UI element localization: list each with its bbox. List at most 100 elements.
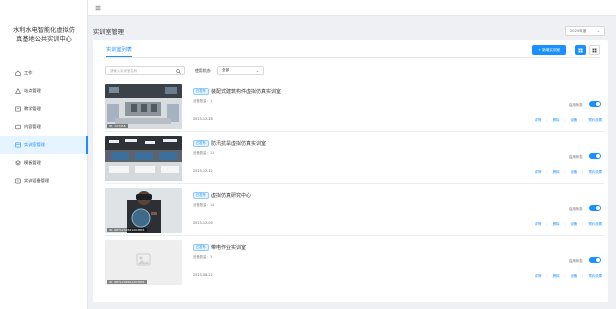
lab-title[interactable]: 防汛抗旱虚拟仿真实训室 bbox=[211, 140, 266, 147]
created-date: 2023-12-12 bbox=[193, 169, 213, 173]
detail-link[interactable]: 详情 bbox=[535, 169, 542, 174]
delete-link[interactable]: 删除 bbox=[553, 169, 560, 174]
device-count: 设备数量：14 bbox=[193, 203, 215, 207]
created-date: 2023-12-28 bbox=[193, 117, 213, 121]
sidebar-item-teaching[interactable]: 教学管理 bbox=[0, 100, 88, 118]
divider: | bbox=[546, 221, 548, 226]
device-count: 设备数量：1 bbox=[193, 99, 213, 103]
main-panel: 实训室列表 + 新增实训室 请输入实训室名称 使用状态: 全部 ⌄ ID: 12… bbox=[93, 40, 608, 302]
device-count: 设备数量：3 bbox=[193, 255, 213, 259]
status-filter-select[interactable]: 全部 ⌄ bbox=[217, 66, 264, 75]
delete-link[interactable]: 删除 bbox=[553, 273, 560, 278]
home-icon bbox=[14, 70, 21, 77]
lab-title[interactable]: 装配式建筑构件虚拟仿真实训室 bbox=[211, 88, 281, 95]
site-icon bbox=[14, 88, 21, 95]
booking-settings-link[interactable]: 预约设置 bbox=[588, 117, 602, 122]
lab-card: ID: 9871234561203801 已发布 带电作业实训室 设备数量：3 … bbox=[105, 238, 604, 288]
grid-view-icon bbox=[578, 48, 583, 52]
booking-settings-link[interactable]: 预约设置 bbox=[588, 273, 602, 278]
lab-thumbnail[interactable] bbox=[105, 136, 182, 181]
divider: | bbox=[546, 117, 548, 122]
top-bar bbox=[88, 0, 616, 16]
chevron-down-icon: ⌄ bbox=[596, 29, 600, 33]
detail-link[interactable]: 详情 bbox=[535, 221, 542, 226]
device-icon bbox=[14, 178, 21, 185]
chevron-down-icon: ⌄ bbox=[255, 68, 259, 73]
divider: | bbox=[582, 169, 584, 174]
status-badge: 已发布 bbox=[193, 192, 209, 199]
status-badge: 已发布 bbox=[193, 140, 209, 147]
sidebar-item-label: 工作 bbox=[24, 70, 33, 75]
search-icon[interactable] bbox=[176, 68, 181, 74]
delete-link[interactable]: 删除 bbox=[553, 117, 560, 122]
divider: | bbox=[582, 221, 584, 226]
thumbnail-id: ID: 9871234561203801 bbox=[107, 228, 147, 232]
year-select-value: 2025年度 bbox=[570, 28, 587, 33]
teaching-icon bbox=[14, 106, 21, 113]
lab-thumbnail[interactable]: ID: 9871234561203801 bbox=[105, 188, 182, 233]
device-link[interactable]: 设备 bbox=[571, 273, 578, 278]
menu-toggle-icon[interactable] bbox=[95, 5, 101, 11]
divider: | bbox=[582, 117, 584, 122]
year-select[interactable]: 2025年度 ⌄ bbox=[565, 26, 605, 36]
detail-link[interactable]: 详情 bbox=[535, 273, 542, 278]
grid-view-button[interactable] bbox=[575, 45, 586, 55]
brand-line-1: 水利水电智能化虚拟仿 bbox=[13, 27, 75, 34]
enable-switch-label: 启用状态 bbox=[569, 155, 583, 159]
sidebar-item-lab[interactable]: 实训室管理 bbox=[0, 136, 88, 154]
device-count: 设备数量：11 bbox=[193, 151, 215, 155]
sidebar-item-sites[interactable]: 站点管理 bbox=[0, 82, 88, 100]
sidebar-item-content[interactable]: 内容管理 bbox=[0, 118, 88, 136]
thumbnail-id: ID: 9871234561203801 bbox=[107, 280, 147, 284]
status-filter-label: 使用状态: bbox=[195, 68, 212, 73]
divider: | bbox=[564, 221, 566, 226]
delete-link[interactable]: 删除 bbox=[553, 221, 560, 226]
sidebar-item-label: 实训设备管理 bbox=[24, 178, 50, 183]
card-actions: 详情 | 删除 | 设备 | 预约设置 bbox=[535, 221, 602, 227]
sidebar-nav: 工作 站点管理 教学管理 内容管理 实训室管理 模板管理 实训设备管理 bbox=[0, 64, 88, 190]
device-link[interactable]: 设备 bbox=[571, 221, 578, 226]
brand-title: 水利水电智能化虚拟仿 真基地公共实训中心 bbox=[6, 26, 82, 44]
sidebar-item-work[interactable]: 工作 bbox=[0, 64, 88, 82]
divider: | bbox=[546, 169, 548, 174]
divider: | bbox=[564, 117, 566, 122]
list-view-button[interactable] bbox=[589, 45, 600, 55]
lab-card: ID: 123456 已发布 装配式建筑构件虚拟仿真实训室 设备数量：1 202… bbox=[105, 82, 604, 132]
status-badge: 已发布 bbox=[193, 244, 209, 251]
template-icon bbox=[14, 160, 21, 167]
device-link[interactable]: 设备 bbox=[571, 169, 578, 174]
search-input[interactable]: 请输入实训室名称 bbox=[105, 66, 185, 75]
detail-link[interactable]: 详情 bbox=[535, 117, 542, 122]
sidebar: 水利水电智能化虚拟仿 真基地公共实训中心 工作 站点管理 教学管理 内容管理 实… bbox=[0, 0, 88, 309]
lab-title[interactable]: 虚拟仿真研究中心 bbox=[211, 192, 251, 199]
enable-switch[interactable] bbox=[589, 205, 601, 211]
lab-card: ID: 9871234561203801 已发布 虚拟仿真研究中心 设备数量：1… bbox=[105, 186, 604, 236]
sidebar-item-device[interactable]: 实训设备管理 bbox=[0, 172, 88, 190]
card-actions: 详情 | 删除 | 设备 | 预约设置 bbox=[535, 117, 602, 123]
add-lab-button[interactable]: + 新增实训室 bbox=[532, 45, 566, 55]
device-link[interactable]: 设备 bbox=[571, 117, 578, 122]
sidebar-item-label: 内容管理 bbox=[24, 124, 41, 129]
lab-icon bbox=[14, 142, 21, 149]
enable-switch[interactable] bbox=[589, 101, 601, 107]
status-filter-value: 全部 bbox=[222, 68, 230, 72]
lab-title[interactable]: 带电作业实训室 bbox=[211, 244, 246, 251]
thumbnail-id: ID: 123456 bbox=[107, 124, 128, 128]
created-date: 2023-08-22 bbox=[193, 273, 213, 277]
search-placeholder: 请输入实训室名称 bbox=[110, 69, 138, 73]
sidebar-item-label: 实训室管理 bbox=[24, 142, 45, 147]
sidebar-item-template[interactable]: 模板管理 bbox=[0, 154, 88, 172]
page-title: 实训室管理 bbox=[93, 29, 124, 36]
booking-settings-link[interactable]: 预约设置 bbox=[588, 169, 602, 174]
sidebar-item-label: 模板管理 bbox=[24, 160, 41, 165]
enable-switch-label: 启用状态 bbox=[569, 103, 583, 107]
lab-thumbnail[interactable]: ID: 123456 bbox=[105, 84, 182, 129]
divider: | bbox=[564, 169, 566, 174]
enable-switch[interactable] bbox=[589, 257, 601, 263]
created-date: 2023-12-05 bbox=[193, 221, 213, 225]
enable-switch[interactable] bbox=[589, 153, 601, 159]
booking-settings-link[interactable]: 预约设置 bbox=[588, 221, 602, 226]
lab-thumbnail[interactable]: ID: 9871234561203801 bbox=[105, 240, 182, 285]
card-actions: 详情 | 删除 | 设备 | 预约设置 bbox=[535, 169, 602, 175]
card-actions: 详情 | 删除 | 设备 | 预约设置 bbox=[535, 273, 602, 279]
